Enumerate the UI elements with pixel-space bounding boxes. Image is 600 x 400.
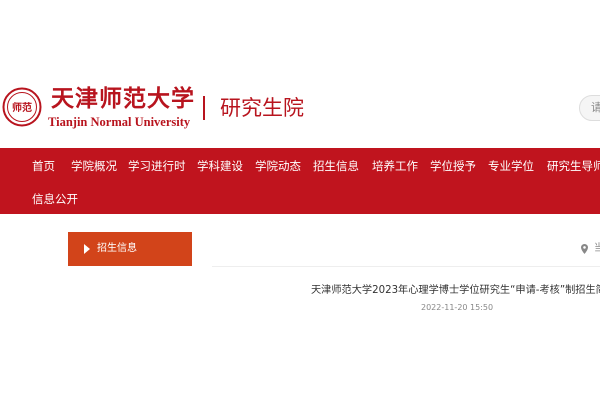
site-header: 师范 天津师范大学 Tianjin Normal University 研究生院… — [0, 0, 600, 148]
seal-text: 师范 — [12, 101, 32, 114]
content-divider — [212, 266, 600, 267]
nav-item-home[interactable]: 首页 — [32, 158, 55, 174]
search-input[interactable]: 请 — [579, 95, 600, 121]
nav-item-news[interactable]: 学院动态 — [255, 158, 301, 174]
nav-item-training[interactable]: 培养工作 — [372, 158, 418, 174]
logo-divider — [203, 96, 205, 120]
university-name-en[interactable]: Tianjin Normal University — [48, 115, 190, 129]
nav-item-overview[interactable]: 学院概况 — [71, 158, 117, 174]
nav-item-admissions[interactable]: 招生信息 — [313, 158, 359, 174]
article-title: 天津师范大学2023年心理学博士学位研究生“申请-考核”制招生简章 — [311, 285, 600, 296]
nav-item-discipline[interactable]: 学科建设 — [197, 158, 243, 174]
breadcrumb: 当 — [594, 243, 600, 254]
nav-item-degree[interactable]: 学位授予 — [430, 158, 476, 174]
triangle-right-icon — [84, 244, 90, 254]
article-date: 2022-11-20 15:50 — [421, 303, 494, 312]
nav-item-supervisors[interactable]: 研究生导师 — [547, 158, 600, 174]
main-nav: 首页 学院概况 学习进行时 学科建设 学院动态 招生信息 培养工作 学位授予 专… — [0, 148, 600, 214]
site-title: 研究生院 — [220, 96, 304, 120]
university-name-cn[interactable]: 天津师范大学 — [51, 86, 195, 112]
university-seal-icon[interactable]: 师范 — [2, 84, 42, 130]
nav-item-learning[interactable]: 学习进行时 — [128, 158, 186, 174]
nav-item-disclosure[interactable]: 信息公开 — [32, 191, 78, 207]
location-pin-icon — [581, 244, 588, 254]
sidebar-item-label[interactable]: 招生信息 — [97, 241, 137, 257]
nav-item-professional[interactable]: 专业学位 — [488, 158, 534, 174]
